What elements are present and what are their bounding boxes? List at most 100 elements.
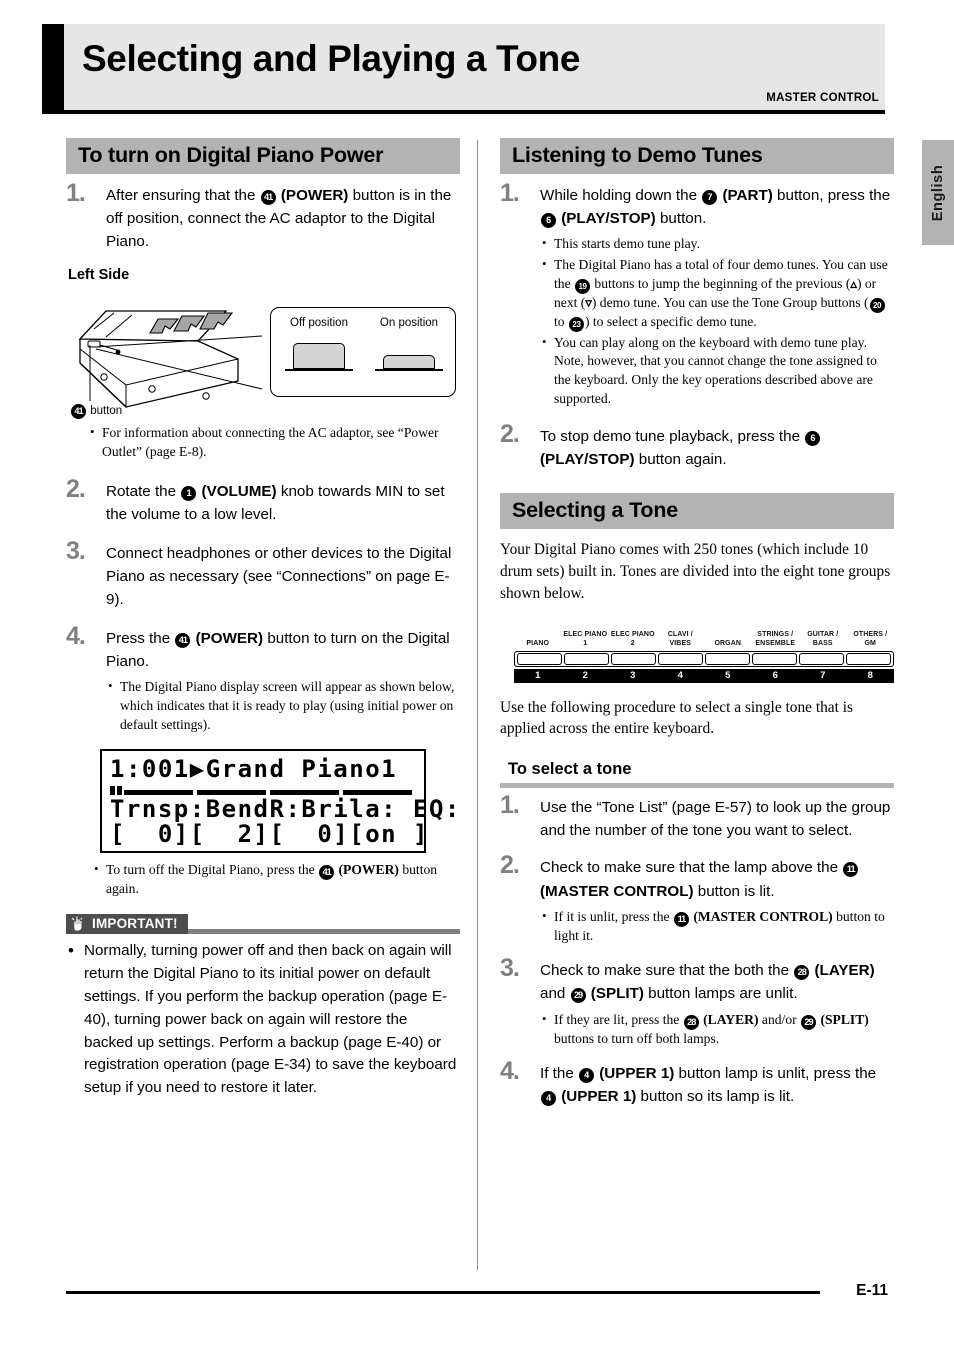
tone-group-label: ELEC PIANO 2 xyxy=(610,631,655,647)
tone-group-button[interactable] xyxy=(564,652,609,665)
switch-off-graphic xyxy=(293,343,345,370)
illustration-caption: Left Side xyxy=(68,267,130,284)
step-number: 2. xyxy=(66,474,86,503)
step-text-bold: (POWER) xyxy=(276,187,349,204)
header-black-bar xyxy=(42,24,64,110)
language-tab: English xyxy=(922,140,954,245)
note-text-part: To turn off the Digital Piano, press the xyxy=(106,861,319,877)
button-badge-29: 29 xyxy=(570,988,586,1004)
list-item: For information about connecting the AC … xyxy=(88,423,460,462)
step-1-power: 1. After ensuring that the 41 (POWER) bu… xyxy=(66,179,460,253)
note-list-display: The Digital Piano display screen will ap… xyxy=(106,677,460,734)
step-text-bold: (UPPER 1) xyxy=(595,1065,675,1083)
tone-group-label: STRINGS / ENSEMBLE xyxy=(755,631,796,647)
button-badge-23: 23 xyxy=(568,316,584,332)
page-number: E-11 xyxy=(856,1282,888,1299)
header-subtitle: MASTER CONTROL xyxy=(766,92,879,104)
step-text: Rotate the 1 (VOLUME) knob towards MIN t… xyxy=(106,480,460,526)
on-position-group: On position xyxy=(367,317,451,385)
button-badge-11: 11 xyxy=(843,862,859,878)
step-text-part: button. xyxy=(655,210,707,228)
lcd-display-graphic: 1:001▶Grand Piano1 Trnsp:BendR:Brila: EQ… xyxy=(100,748,459,853)
tone-group-numbers-row: 1 2 3 4 5 6 7 8 xyxy=(514,668,894,683)
step-number: 1. xyxy=(500,179,520,207)
tone-group-buttons-row xyxy=(514,650,894,667)
callout-text: button xyxy=(90,405,123,418)
power-button-callout: 41 button xyxy=(70,404,123,420)
step-text-part: After ensuring that the xyxy=(106,187,260,204)
lcd-indicator-bar xyxy=(110,782,416,796)
important-body: Normally, turning power off and then bac… xyxy=(66,938,460,1100)
page-title: Selecting and Playing a Tone xyxy=(82,38,581,79)
tone-group-button[interactable] xyxy=(611,652,656,665)
step-text-part: and xyxy=(540,985,570,1003)
step-text-part: button is lit. xyxy=(693,882,775,900)
tone-group-number: 2 xyxy=(582,669,588,681)
list-item: To turn off the Digital Piano, press the… xyxy=(92,860,460,899)
lcd-bar-tick xyxy=(110,786,115,796)
step-3-headphones: 3. Connect headphones or other devices t… xyxy=(66,537,460,611)
off-position-label: Off position xyxy=(290,317,348,330)
subsection-rule xyxy=(500,783,894,789)
select-step-1: 1. Use the “Tone List” (page E-57) to lo… xyxy=(500,791,894,842)
step-number: 1. xyxy=(66,179,86,207)
important-badge: IMPORTANT! xyxy=(66,914,188,935)
tone-group-number: 7 xyxy=(820,669,826,681)
note-text-bold: (LAYER) xyxy=(699,1011,759,1027)
step-text: To stop demo tune playback, press the 6 … xyxy=(540,425,894,471)
up-arrow-icon: ▵ xyxy=(850,275,857,291)
step-text-part: button again. xyxy=(634,450,727,468)
switch-base-off xyxy=(285,369,353,372)
step-text-bold: (PLAY/STOP) xyxy=(557,210,656,228)
tone-group-button[interactable] xyxy=(517,652,562,665)
subsection-heading-select-tone: To select a tone xyxy=(508,760,632,779)
switch-position-callout-box: Off position On position xyxy=(270,307,456,398)
select-step-4: 4. If the 4 (UPPER 1) button lamp is unl… xyxy=(500,1057,894,1108)
list-item: If they are lit, press the 28 (LAYER) an… xyxy=(540,1010,894,1049)
important-header: IMPORTANT! xyxy=(66,914,460,935)
tone-group-button[interactable] xyxy=(752,652,797,665)
step-text-part: Rotate the xyxy=(106,482,181,500)
step-text-bold: (LAYER) xyxy=(810,962,875,980)
step-2-volume: 2. Rotate the 1 (VOLUME) knob towards MI… xyxy=(66,475,460,526)
footer-rule xyxy=(66,1291,820,1294)
button-badge-28: 28 xyxy=(683,1014,699,1030)
step-4-power-on: 4. Press the 41 (POWER) button to turn o… xyxy=(66,622,460,734)
button-badge-4: 4 xyxy=(579,1068,594,1084)
tone-group-panel-diagram: PIANO ELEC PIANO 1 ELEC PIANO 2 CLAVI / … xyxy=(514,619,894,683)
section-heading-demo: Listening to Demo Tunes xyxy=(500,138,894,174)
select-step-3: 3. Check to make sure that the both the … xyxy=(500,954,894,1049)
button-badge-41: 41 xyxy=(71,404,86,420)
tone-group-label: PIANO xyxy=(526,639,550,647)
header-bottom-rule xyxy=(42,110,885,114)
step-number: 4. xyxy=(500,1057,520,1086)
demo-step-2: 2. To stop demo tune playback, press the… xyxy=(500,420,894,471)
tone-group-label: GUITAR / BASS xyxy=(807,631,839,647)
tone-group-number: 6 xyxy=(772,669,778,681)
tone-group-button[interactable] xyxy=(705,652,750,665)
tone-group-button[interactable] xyxy=(799,652,844,665)
tone-intro-text: Your Digital Piano comes with 250 tones … xyxy=(500,540,891,602)
button-badge-4: 4 xyxy=(541,1091,556,1107)
list-item: If it is unlit, press the 11 (MASTER CON… xyxy=(540,907,894,946)
step-text-part: button lamp is unlit, press the xyxy=(674,1065,877,1083)
step-text-bold: (SPLIT) xyxy=(586,985,644,1003)
note-text-part: and/or xyxy=(758,1011,801,1027)
note-text-part: If it is unlit, press the xyxy=(554,908,673,924)
step-text-part: If the xyxy=(540,1065,578,1083)
tone-group-number: 5 xyxy=(725,669,731,681)
lcd-line-1: 1:001▶Grand Piano1 xyxy=(110,754,398,783)
section-heading-power: To turn on Digital Piano Power xyxy=(66,138,460,174)
step-text: Press the 41 (POWER) button to turn on t… xyxy=(106,627,460,673)
tone-group-number: 4 xyxy=(677,669,683,681)
select-step-3-note: If they are lit, press the 28 (LAYER) an… xyxy=(540,1010,894,1049)
note-text-bold: (SPLIT) xyxy=(817,1011,869,1027)
piano-left-side-illustration: 41 button Off position On position xyxy=(66,289,460,420)
step-text: While holding down the 7 (PART) button, … xyxy=(540,184,894,230)
tone-group-button[interactable] xyxy=(846,652,891,665)
button-badge-28: 28 xyxy=(794,965,810,981)
pointing-hand-icon xyxy=(69,915,89,934)
tone-group-button[interactable] xyxy=(658,652,703,665)
tone-group-label: CLAVI / VIBES xyxy=(667,631,693,647)
lcd-line-3: [ 0][ 2][ 0][on ] xyxy=(110,819,429,848)
